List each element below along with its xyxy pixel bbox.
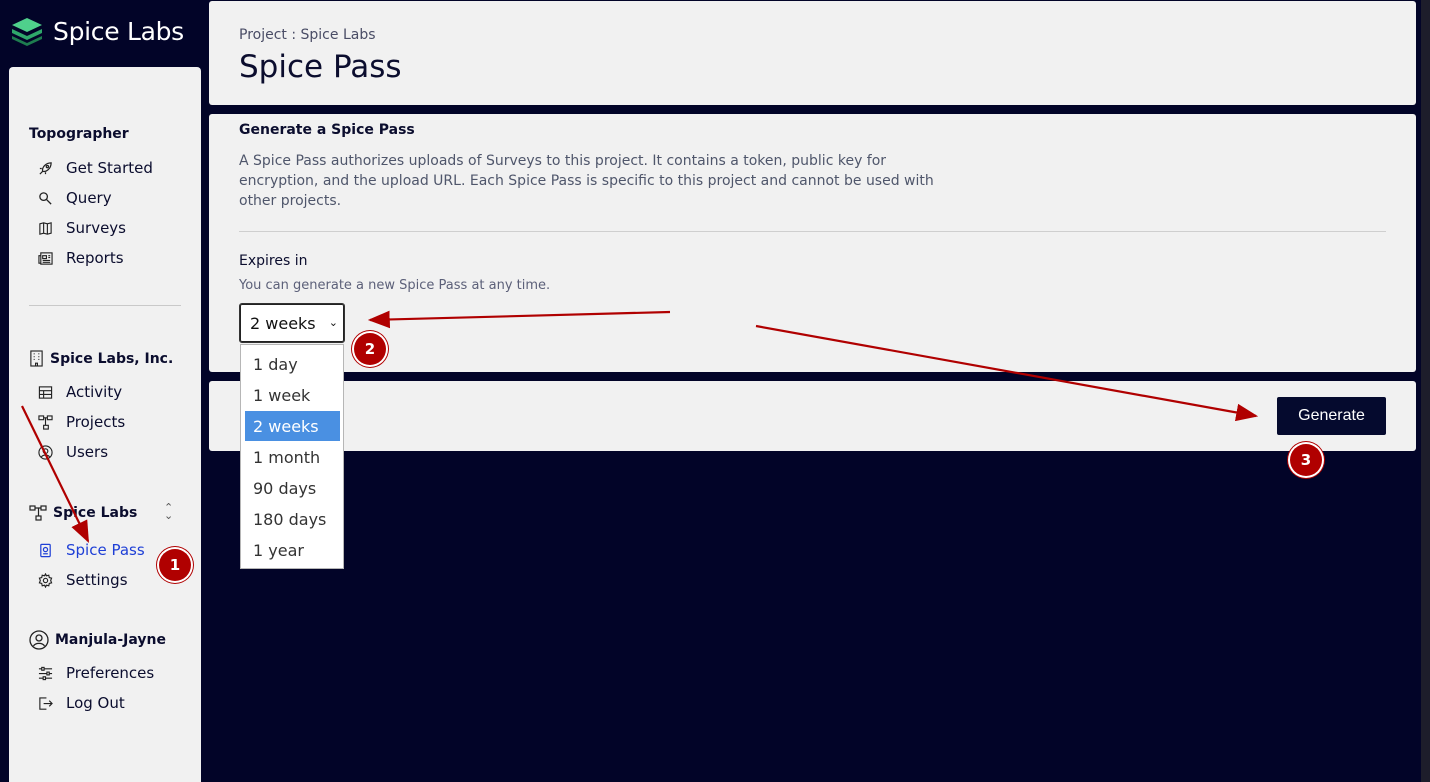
annotation-badge-2: 2	[354, 333, 386, 365]
dropdown-option[interactable]: 180 days	[245, 504, 340, 534]
expires-help: You can generate a new Spice Pass at any…	[239, 278, 551, 293]
sidebar-item-label: Get Started	[66, 159, 153, 177]
expires-select[interactable]: 2 weeks ⌄	[239, 303, 345, 343]
dropdown-option[interactable]: 1 day	[245, 349, 340, 379]
section-title-user: Manjula-Jayne	[29, 630, 166, 650]
hierarchy-icon	[37, 414, 53, 430]
page-title: Spice Pass	[239, 49, 402, 85]
section-title-project[interactable]: Spice Labs	[29, 505, 137, 521]
sidebar-divider	[29, 305, 181, 306]
sidebar-item-query[interactable]: Query	[37, 186, 112, 210]
sidebar-item-spice-pass[interactable]: Spice Pass	[37, 538, 145, 562]
sidebar-item-label: Projects	[66, 413, 126, 431]
app-window: Spice Labs Topographer Get Started Query…	[0, 0, 1430, 782]
chevron-down-icon: ⌄	[328, 316, 338, 329]
building-icon	[29, 350, 44, 367]
sidebar-item-projects[interactable]: Projects	[37, 410, 125, 434]
badge-icon	[37, 542, 53, 558]
sidebar-item-label: Spice Pass	[66, 541, 145, 559]
actions-bar	[209, 381, 1416, 451]
sidebar-item-label: Preferences	[66, 664, 155, 682]
dropdown-option[interactable]: 1 year	[245, 535, 340, 565]
sidebar-item-preferences[interactable]: Preferences	[37, 661, 154, 685]
user-circle-icon	[29, 630, 49, 650]
hierarchy-icon	[29, 505, 47, 521]
dropdown-option[interactable]: 1 week	[245, 380, 340, 410]
card-divider	[239, 231, 1386, 232]
logout-icon	[37, 695, 53, 711]
sidebar-item-label: Surveys	[66, 219, 126, 237]
section-title-user-label: Manjula-Jayne	[55, 632, 166, 648]
card-description: A Spice Pass authorizes uploads of Surve…	[239, 153, 934, 209]
gear-icon	[37, 572, 53, 588]
sidebar-item-label: Query	[66, 189, 112, 207]
sidebar-item-reports[interactable]: Reports	[37, 246, 124, 270]
breadcrumb[interactable]: Project : Spice Labs	[239, 27, 376, 43]
sidebar-item-label: Settings	[66, 571, 128, 589]
section-title-project-label: Spice Labs	[53, 505, 138, 521]
annotation-badge-3: 3	[1290, 444, 1322, 476]
section-title-org-label: Spice Labs, Inc.	[50, 350, 174, 367]
generate-button[interactable]: Generate	[1277, 397, 1386, 435]
sliders-icon	[37, 665, 53, 681]
dropdown-option-selected[interactable]: 2 weeks	[245, 411, 340, 441]
sidebar-item-label: Reports	[66, 249, 124, 267]
sidebar-item-surveys[interactable]: Surveys	[37, 216, 126, 240]
expires-select-value: 2 weeks	[250, 313, 316, 333]
table-icon	[37, 384, 53, 400]
annotation-badge-1: 1	[159, 549, 191, 581]
dropdown-option[interactable]: 1 month	[245, 442, 340, 472]
sidebar-item-label: Activity	[66, 383, 123, 401]
sidebar-item-log-out[interactable]: Log Out	[37, 691, 125, 715]
sidebar-item-activity[interactable]: Activity	[37, 380, 122, 404]
sidebar-item-get-started[interactable]: Get Started	[37, 156, 153, 180]
expires-label: Expires in	[239, 253, 308, 269]
scrollbar[interactable]	[1421, 0, 1430, 782]
generate-card: Generate a Spice Pass A Spice Pass autho…	[209, 114, 1416, 372]
chevron-up-down-icon[interactable]: ⌃ ⌄	[164, 502, 173, 521]
sidebar-item-settings[interactable]: Settings	[37, 568, 128, 592]
brand[interactable]: Spice Labs	[10, 14, 184, 48]
card-title: Generate a Spice Pass	[239, 122, 415, 138]
sidebar-item-label: Users	[66, 443, 109, 461]
newspaper-icon	[37, 250, 53, 266]
brand-name: Spice Labs	[53, 16, 184, 46]
map-icon	[37, 220, 53, 236]
search-icon	[37, 190, 53, 206]
user-circle-icon	[37, 444, 53, 460]
expires-dropdown: 1 day 1 week 2 weeks 1 month 90 days 180…	[240, 344, 344, 569]
rocket-icon	[37, 160, 53, 176]
layers-logo-icon	[12, 18, 42, 46]
sidebar: Topographer Get Started Query Surveys Re…	[9, 67, 201, 782]
sidebar-item-users[interactable]: Users	[37, 440, 108, 464]
section-title-org: Spice Labs, Inc.	[29, 350, 173, 367]
section-title-topographer: Topographer	[29, 126, 129, 142]
page-header: Project : Spice Labs Spice Pass	[209, 1, 1416, 105]
dropdown-option[interactable]: 90 days	[245, 473, 340, 503]
sidebar-item-label: Log Out	[66, 694, 125, 712]
